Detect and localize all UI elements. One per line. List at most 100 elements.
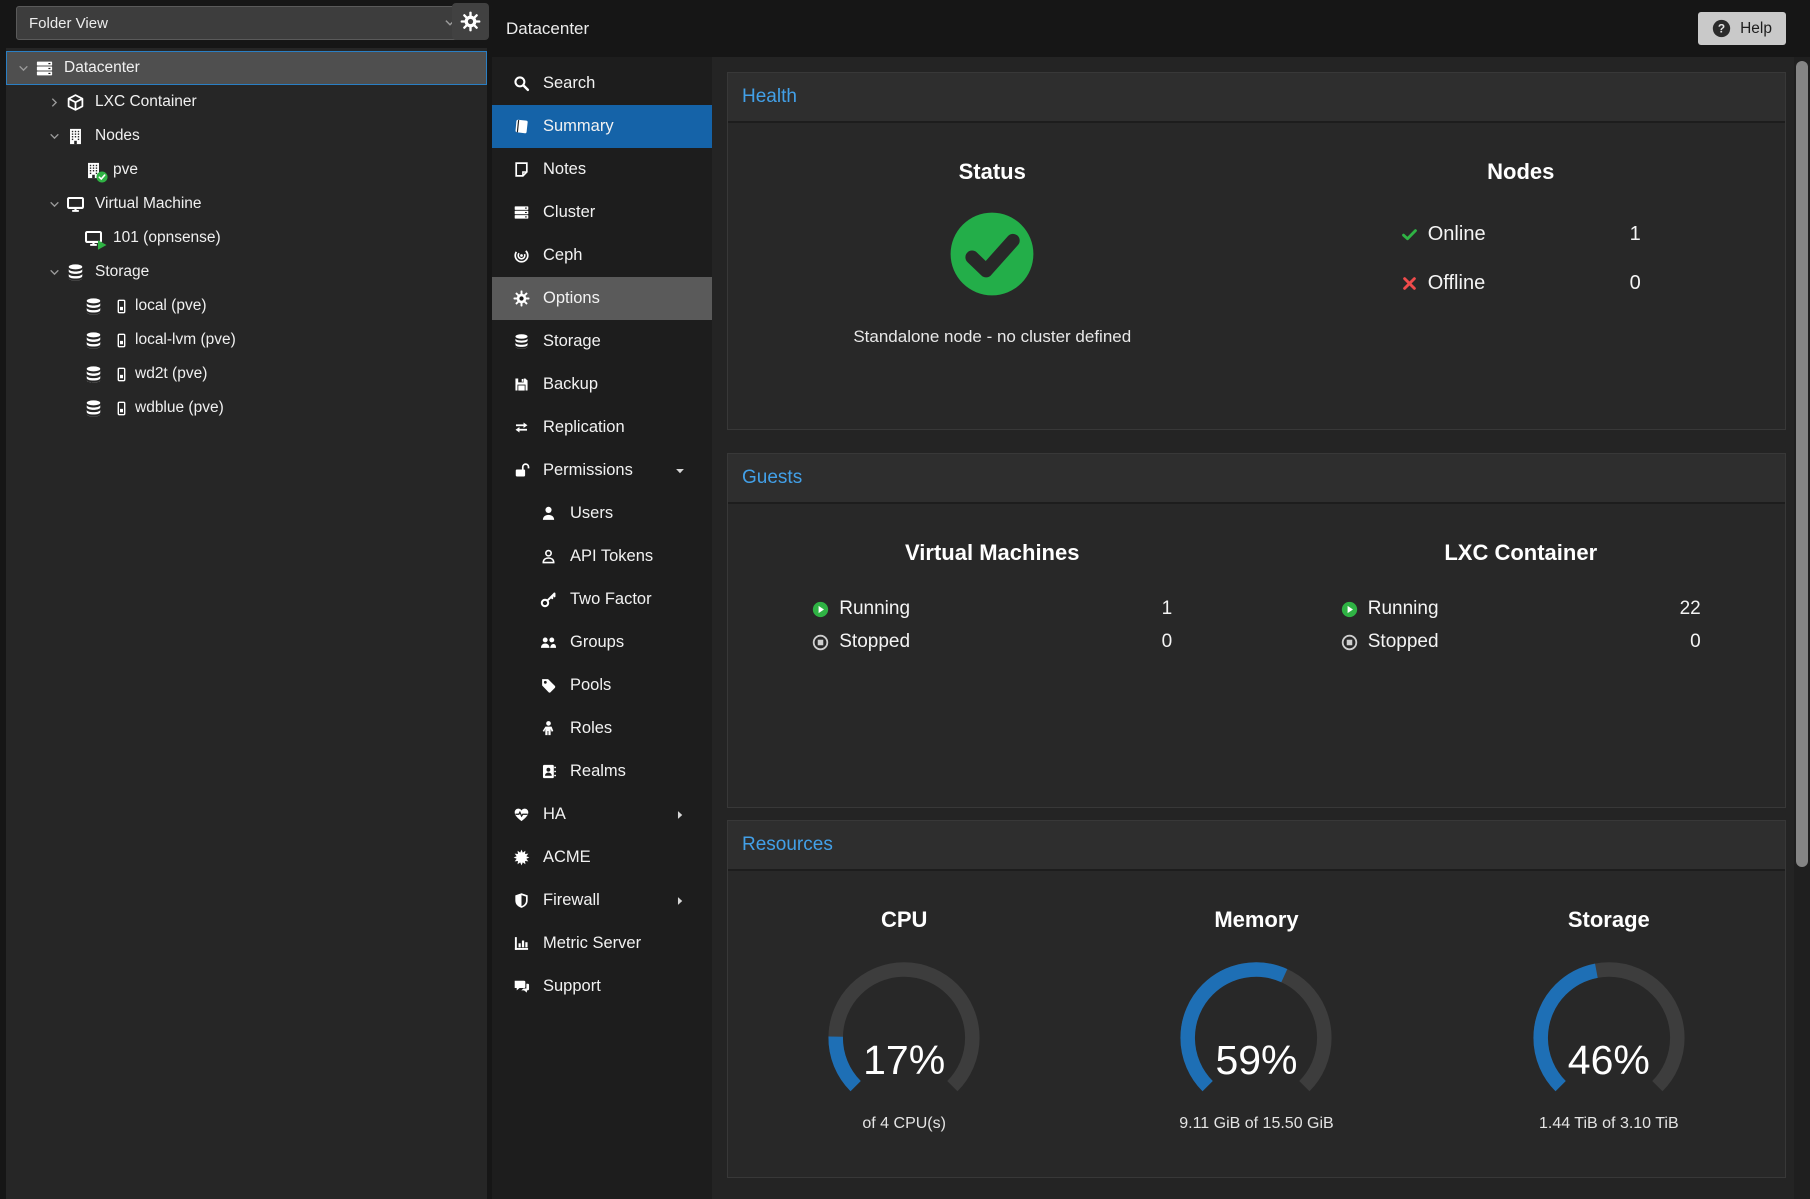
tree-item-lxc-container[interactable]: LXC Container — [6, 85, 487, 119]
proxmox-datacenter-app: Folder View DatacenterLXC ContainerNodes… — [0, 0, 1810, 1199]
gauge-cpu: CPU17%of 4 CPU(s) — [728, 871, 1080, 1133]
database-icon — [66, 263, 85, 282]
check-icon — [1401, 226, 1418, 243]
tree-item-datacenter[interactable]: Datacenter — [6, 51, 487, 85]
nav-item-backup[interactable]: Backup — [492, 363, 712, 406]
nav-item-storage[interactable]: Storage — [492, 320, 712, 363]
stop-circle-icon — [1341, 634, 1358, 651]
cube-icon — [66, 93, 85, 112]
drive-icon — [114, 333, 129, 348]
nodes-heading: Nodes — [1487, 159, 1554, 185]
nav-item-summary[interactable]: Summary — [492, 105, 712, 148]
vertical-scrollbar[interactable] — [1794, 57, 1810, 1199]
tree-item-label: Datacenter — [64, 59, 140, 77]
tree-item-wd2t-pve[interactable]: wd2t (pve) — [6, 357, 487, 391]
nav-item-cluster[interactable]: Cluster — [492, 191, 712, 234]
stop-circle-icon — [1341, 634, 1358, 651]
help-button-label: Help — [1740, 20, 1772, 38]
nav-item-support[interactable]: Support — [492, 965, 712, 1008]
nav-item-permissions[interactable]: Permissions — [492, 449, 712, 492]
node-status-value: 1 — [1630, 223, 1641, 246]
ceph-icon — [513, 247, 530, 264]
play-circle-icon — [812, 601, 829, 618]
unlock-icon — [513, 462, 530, 479]
caret-down-icon — [674, 465, 686, 477]
drive-icon — [114, 299, 129, 314]
nav-item-notes[interactable]: Notes — [492, 148, 712, 191]
tree-item-local-lvm-pve[interactable]: local-lvm (pve) — [6, 323, 487, 357]
tree-item-101-opnsense[interactable]: 101 (opnsense) — [6, 221, 487, 255]
nav-item-label: Search — [543, 74, 595, 93]
nav-item-groups[interactable]: Groups — [492, 621, 712, 664]
nav-item-options[interactable]: Options — [492, 277, 712, 320]
address-book-icon — [540, 763, 557, 780]
nav-item-api-tokens[interactable]: API Tokens — [492, 535, 712, 578]
check-icon — [1401, 226, 1418, 243]
nav-item-acme[interactable]: ACME — [492, 836, 712, 879]
tree-item-virtual-machine[interactable]: Virtual Machine — [6, 187, 487, 221]
nav-item-search[interactable]: Search — [492, 62, 712, 105]
caret-right-icon — [674, 809, 686, 821]
nav-item-label: Firewall — [543, 891, 600, 910]
nav-item-realms[interactable]: Realms — [492, 750, 712, 793]
gauge-percent: 59% — [1168, 1037, 1344, 1084]
nav-item-roles[interactable]: Roles — [492, 707, 712, 750]
desktop-icon — [66, 195, 85, 214]
nav-item-label: Pools — [570, 676, 611, 695]
building-icon — [66, 127, 85, 146]
chevron-down-icon — [48, 130, 61, 143]
scrollbar-thumb[interactable] — [1796, 61, 1808, 867]
stop-circle-icon — [812, 634, 829, 651]
nav-item-label: Replication — [543, 418, 625, 437]
status-column: Status Standalone node - no cluster defi… — [728, 123, 1257, 347]
tree-item-pve[interactable]: pve — [6, 153, 487, 187]
database-icon — [84, 297, 103, 316]
gauge-heading: CPU — [881, 907, 927, 933]
folder-view-select[interactable]: Folder View — [16, 6, 470, 40]
check-badge-icon — [96, 171, 108, 183]
nav-item-label: Cluster — [543, 203, 595, 222]
node-status-label: Offline — [1428, 272, 1485, 295]
tree-item-wdblue-pve[interactable]: wdblue (pve) — [6, 391, 487, 425]
nav-item-ha[interactable]: HA — [492, 793, 712, 836]
caret-right-icon — [674, 895, 686, 907]
help-button[interactable]: ? Help — [1698, 12, 1786, 45]
database-icon — [84, 399, 103, 418]
tree-item-nodes[interactable]: Nodes — [6, 119, 487, 153]
person-icon — [540, 720, 557, 737]
ceph-icon — [513, 247, 530, 264]
caret-right-icon — [674, 895, 686, 907]
nav-item-replication[interactable]: Replication — [492, 406, 712, 449]
play-badge-icon — [96, 239, 108, 251]
nav-item-ceph[interactable]: Ceph — [492, 234, 712, 277]
guests-title: Guests — [742, 467, 802, 489]
chevron-down-icon — [48, 130, 61, 143]
nav-item-firewall[interactable]: Firewall — [492, 879, 712, 922]
status-ok-icon — [949, 211, 1035, 297]
tree-item-local-pve[interactable]: local (pve) — [6, 289, 487, 323]
health-panel-body: Status Standalone node - no cluster defi… — [728, 123, 1785, 347]
gauge-heading: Storage — [1568, 907, 1650, 933]
nav-item-metric-server[interactable]: Metric Server — [492, 922, 712, 965]
key-icon — [540, 591, 557, 608]
question-circle-icon: ? — [1712, 19, 1731, 38]
building-icon — [84, 161, 103, 180]
nav-item-label: Permissions — [543, 461, 633, 480]
gauge-detail: 9.11 GiB of 15.50 GiB — [1179, 1115, 1333, 1133]
server-icon — [35, 59, 54, 78]
drive-icon — [114, 299, 129, 314]
tree-item-storage[interactable]: Storage — [6, 255, 487, 289]
nav-item-users[interactable]: Users — [492, 492, 712, 535]
check-circle-big-icon — [949, 211, 1035, 297]
note-icon — [513, 161, 530, 178]
stop-circle-icon — [812, 634, 829, 651]
nav-item-two-factor[interactable]: Two Factor — [492, 578, 712, 621]
note-icon — [513, 161, 530, 178]
chart-icon — [513, 935, 530, 952]
gauge-arc: 17% — [816, 959, 992, 1099]
tree-settings-button[interactable] — [452, 3, 489, 40]
nav-item-pools[interactable]: Pools — [492, 664, 712, 707]
guest-rows: Running1Stopped0 — [812, 598, 1172, 653]
gauge-percent: 17% — [816, 1037, 992, 1084]
gauge-percent: 46% — [1521, 1037, 1697, 1084]
